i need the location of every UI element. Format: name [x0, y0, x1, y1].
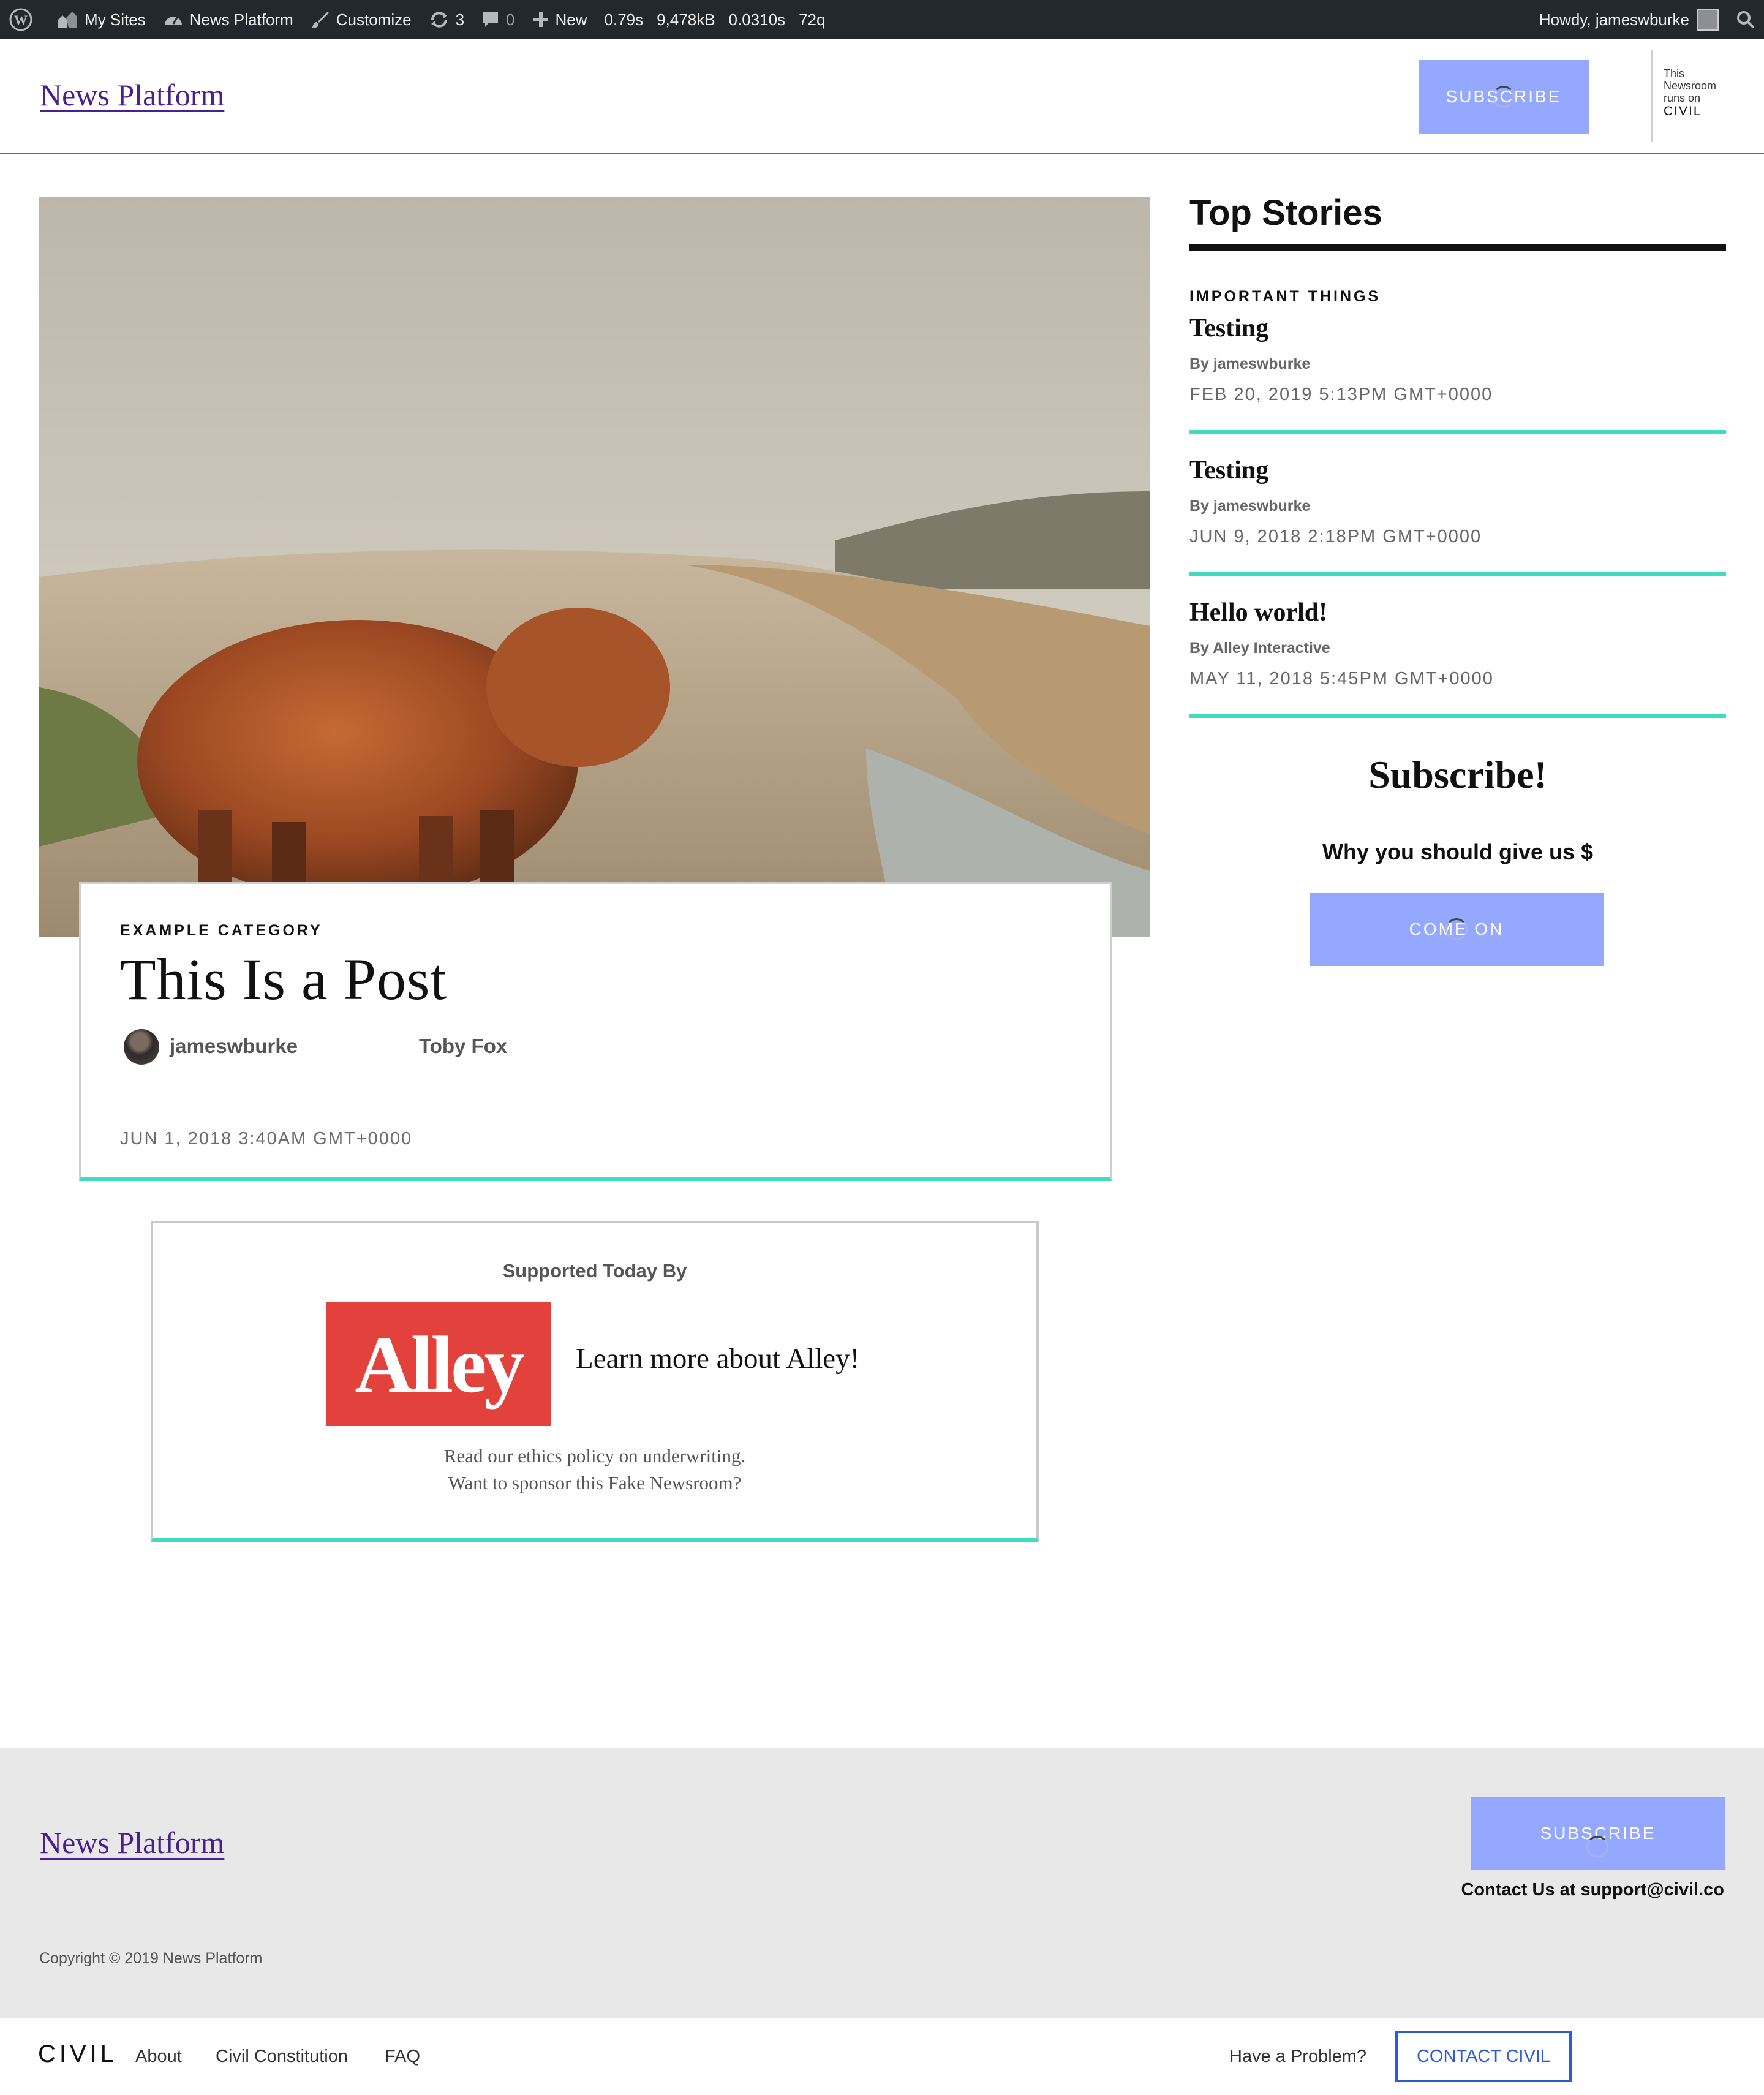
site-name-menu[interactable]: News Platform	[154, 0, 302, 39]
metric-memory: 9,478kB	[657, 10, 715, 29]
story-date: JUN 9, 2018 2:18PM GMT+0000	[1189, 527, 1482, 546]
civil-badge-line: Newsroom	[1664, 80, 1717, 92]
updates-icon	[429, 10, 450, 29]
civil-badge-line: runs on	[1664, 92, 1701, 104]
subscribe-widget-text: Why you should give us $	[1322, 839, 1594, 864]
civil-link-faq[interactable]: FAQ	[385, 2047, 420, 2067]
ethics-policy-link[interactable]: Read our ethics policy on underwriting.	[153, 1443, 1036, 1470]
story-title[interactable]: Hello world!	[1189, 598, 1327, 627]
comments-link[interactable]: 0	[473, 0, 523, 39]
comments-count: 0	[506, 10, 515, 29]
customize-label: Customize	[336, 10, 412, 29]
footer-site-title-link[interactable]: News Platform	[40, 1825, 224, 1860]
story-item: Testing By jameswburke JUN 9, 2018 2:18P…	[1189, 434, 1726, 576]
dashboard-icon	[163, 10, 184, 29]
sponsor-invite-link[interactable]: Want to sponsor this Fake Newsroom?	[153, 1470, 1036, 1497]
sponsor-link[interactable]: Learn more about Alley!	[576, 1342, 859, 1375]
sponsor-box: Supported Today By Alley Learn more abou…	[151, 1221, 1039, 1542]
wordpress-logo-button[interactable]: W	[0, 0, 48, 39]
updates-link[interactable]: 3	[420, 0, 473, 39]
metric-time: 0.79s	[604, 10, 644, 29]
story-byline: By jameswburke	[1189, 355, 1311, 372]
query-monitor-menu[interactable]: 0.79s 9,478kB 0.0310s 72q	[596, 0, 834, 39]
account-menu[interactable]: Howdy, jameswburke	[1531, 0, 1727, 39]
post-date: JUN 1, 2018 3:40AM GMT+0000	[120, 1129, 413, 1149]
story-date: MAY 11, 2018 5:45PM GMT+0000	[1189, 669, 1494, 689]
new-label: New	[555, 10, 587, 29]
story-item: Hello world! By Alley Interactive MAY 11…	[1189, 576, 1726, 718]
top-stories-divider	[1189, 244, 1726, 251]
hero-image	[39, 197, 1150, 937]
story-date: FEB 20, 2019 5:13PM GMT+0000	[1189, 385, 1493, 404]
footer-subscribe-button[interactable]: SUBSCRIBE	[1471, 1797, 1725, 1870]
footer-contact[interactable]: Contact Us at support@civil.co	[1461, 1880, 1724, 1900]
new-content-menu[interactable]: New	[524, 0, 596, 39]
site-name-label: News Platform	[189, 10, 293, 29]
howdy-label: Howdy, jameswburke	[1539, 10, 1689, 29]
civil-badge-brand: CIVIL	[1664, 104, 1702, 118]
story-category[interactable]: IMPORTANT THINGS	[1189, 288, 1381, 306]
post-title: This Is a Post	[120, 946, 448, 1012]
alley-logo-text: Alley	[355, 1319, 524, 1410]
site-header: News Platform SUBSCRIBE This Newsroom ru…	[0, 39, 1764, 154]
story-item: IMPORTANT THINGS Testing By jameswburke …	[1189, 282, 1726, 434]
search-icon	[1736, 10, 1755, 29]
story-title[interactable]: Testing	[1189, 456, 1268, 485]
site-title-link[interactable]: News Platform	[40, 77, 224, 113]
civil-link-constitution[interactable]: Civil Constitution	[216, 2047, 348, 2067]
story-byline: By jameswburke	[1189, 497, 1311, 515]
civil-badge-line: This	[1664, 67, 1685, 80]
civil-logo[interactable]: CIVIL	[38, 2040, 118, 2068]
post-header-card: EXAMPLE CATEGORY This Is a Post jameswbu…	[79, 882, 1112, 1181]
problem-text: Have a Problem?	[1229, 2047, 1367, 2066]
sponsor-note: Read our ethics policy on underwriting. …	[153, 1443, 1036, 1497]
customize-link[interactable]: Customize	[302, 0, 420, 39]
civil-badge[interactable]: This Newsroom runs on CIVIL	[1651, 50, 1749, 142]
wordpress-icon: W	[9, 7, 33, 32]
updates-count: 3	[455, 10, 465, 29]
contact-civil-button[interactable]: CONTACT CIVIL	[1395, 2031, 1572, 2082]
my-sites-icon	[56, 10, 78, 29]
search-button[interactable]	[1727, 0, 1764, 39]
come-on-button[interactable]: COME ON	[1310, 893, 1604, 966]
post-category[interactable]: EXAMPLE CATEGORY	[120, 922, 323, 940]
subscribe-button[interactable]: SUBSCRIBE	[1419, 60, 1589, 134]
plus-icon	[532, 11, 549, 28]
comment-icon	[481, 10, 500, 29]
post-author[interactable]: jameswburke	[170, 1035, 298, 1058]
loading-spinner-icon	[1586, 1836, 1608, 1858]
brush-icon	[311, 10, 330, 29]
copyright: Copyright © 2019 News Platform	[39, 1950, 263, 1967]
site-footer: News Platform SUBSCRIBE Contact Us at su…	[0, 1748, 1764, 2018]
avatar	[1697, 9, 1719, 31]
post-coauthor[interactable]: Toby Fox	[419, 1035, 507, 1058]
sponsor-heading: Supported Today By	[502, 1260, 687, 1282]
story-title[interactable]: Testing	[1189, 314, 1268, 343]
loading-spinner-icon	[1446, 918, 1468, 940]
metric-queries: 72q	[799, 10, 826, 29]
alley-logo[interactable]: Alley	[326, 1302, 551, 1426]
my-sites-label: My Sites	[85, 10, 146, 29]
top-stories-title: Top Stories	[1189, 193, 1382, 233]
loading-spinner-icon	[1493, 86, 1515, 108]
story-byline: By Alley Interactive	[1189, 640, 1330, 657]
admin-bar: W My Sites News Platform Customize 3 0 N…	[0, 0, 1764, 39]
civil-bar: CIVIL About Civil Constitution FAQ Have …	[0, 2018, 1764, 2095]
subscribe-widget-title: Subscribe!	[1368, 753, 1547, 796]
svg-text:W: W	[14, 12, 28, 28]
civil-link-about[interactable]: About	[135, 2047, 182, 2067]
author-avatar	[124, 1029, 159, 1065]
metric-query-time: 0.0310s	[728, 10, 786, 29]
my-sites-menu[interactable]: My Sites	[48, 0, 154, 39]
